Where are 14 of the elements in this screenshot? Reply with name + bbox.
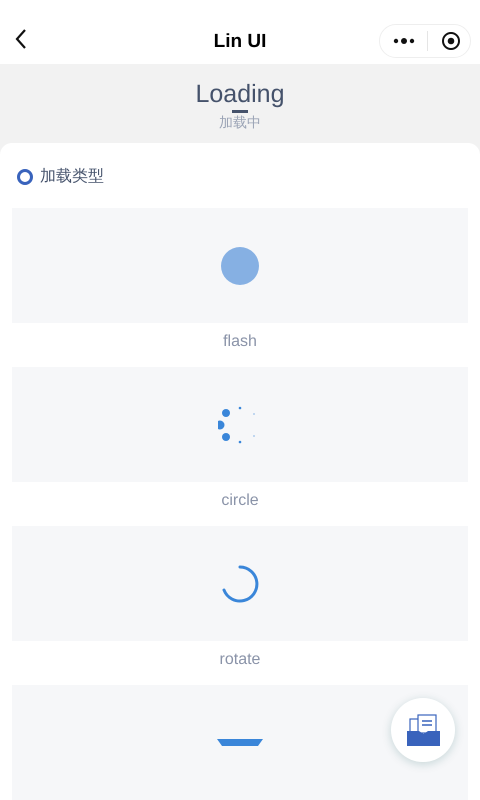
loader-label: flash: [223, 332, 257, 352]
inbox-icon: [406, 714, 440, 746]
loader-label: circle: [221, 491, 259, 511]
back-icon[interactable]: [14, 28, 28, 50]
more-icon[interactable]: [393, 37, 415, 45]
header-title: Loading: [196, 79, 284, 110]
loader-label: rotate: [220, 650, 260, 670]
section-ring-icon: [17, 169, 33, 185]
bar-loader-icon: [217, 739, 263, 746]
close-target-icon[interactable]: [441, 31, 461, 51]
section-title: 加载类型: [40, 166, 104, 187]
page-title: Lin UI: [214, 30, 266, 54]
ring-spinner-icon: [220, 564, 260, 604]
header-subtitle: 加载中: [219, 113, 261, 132]
